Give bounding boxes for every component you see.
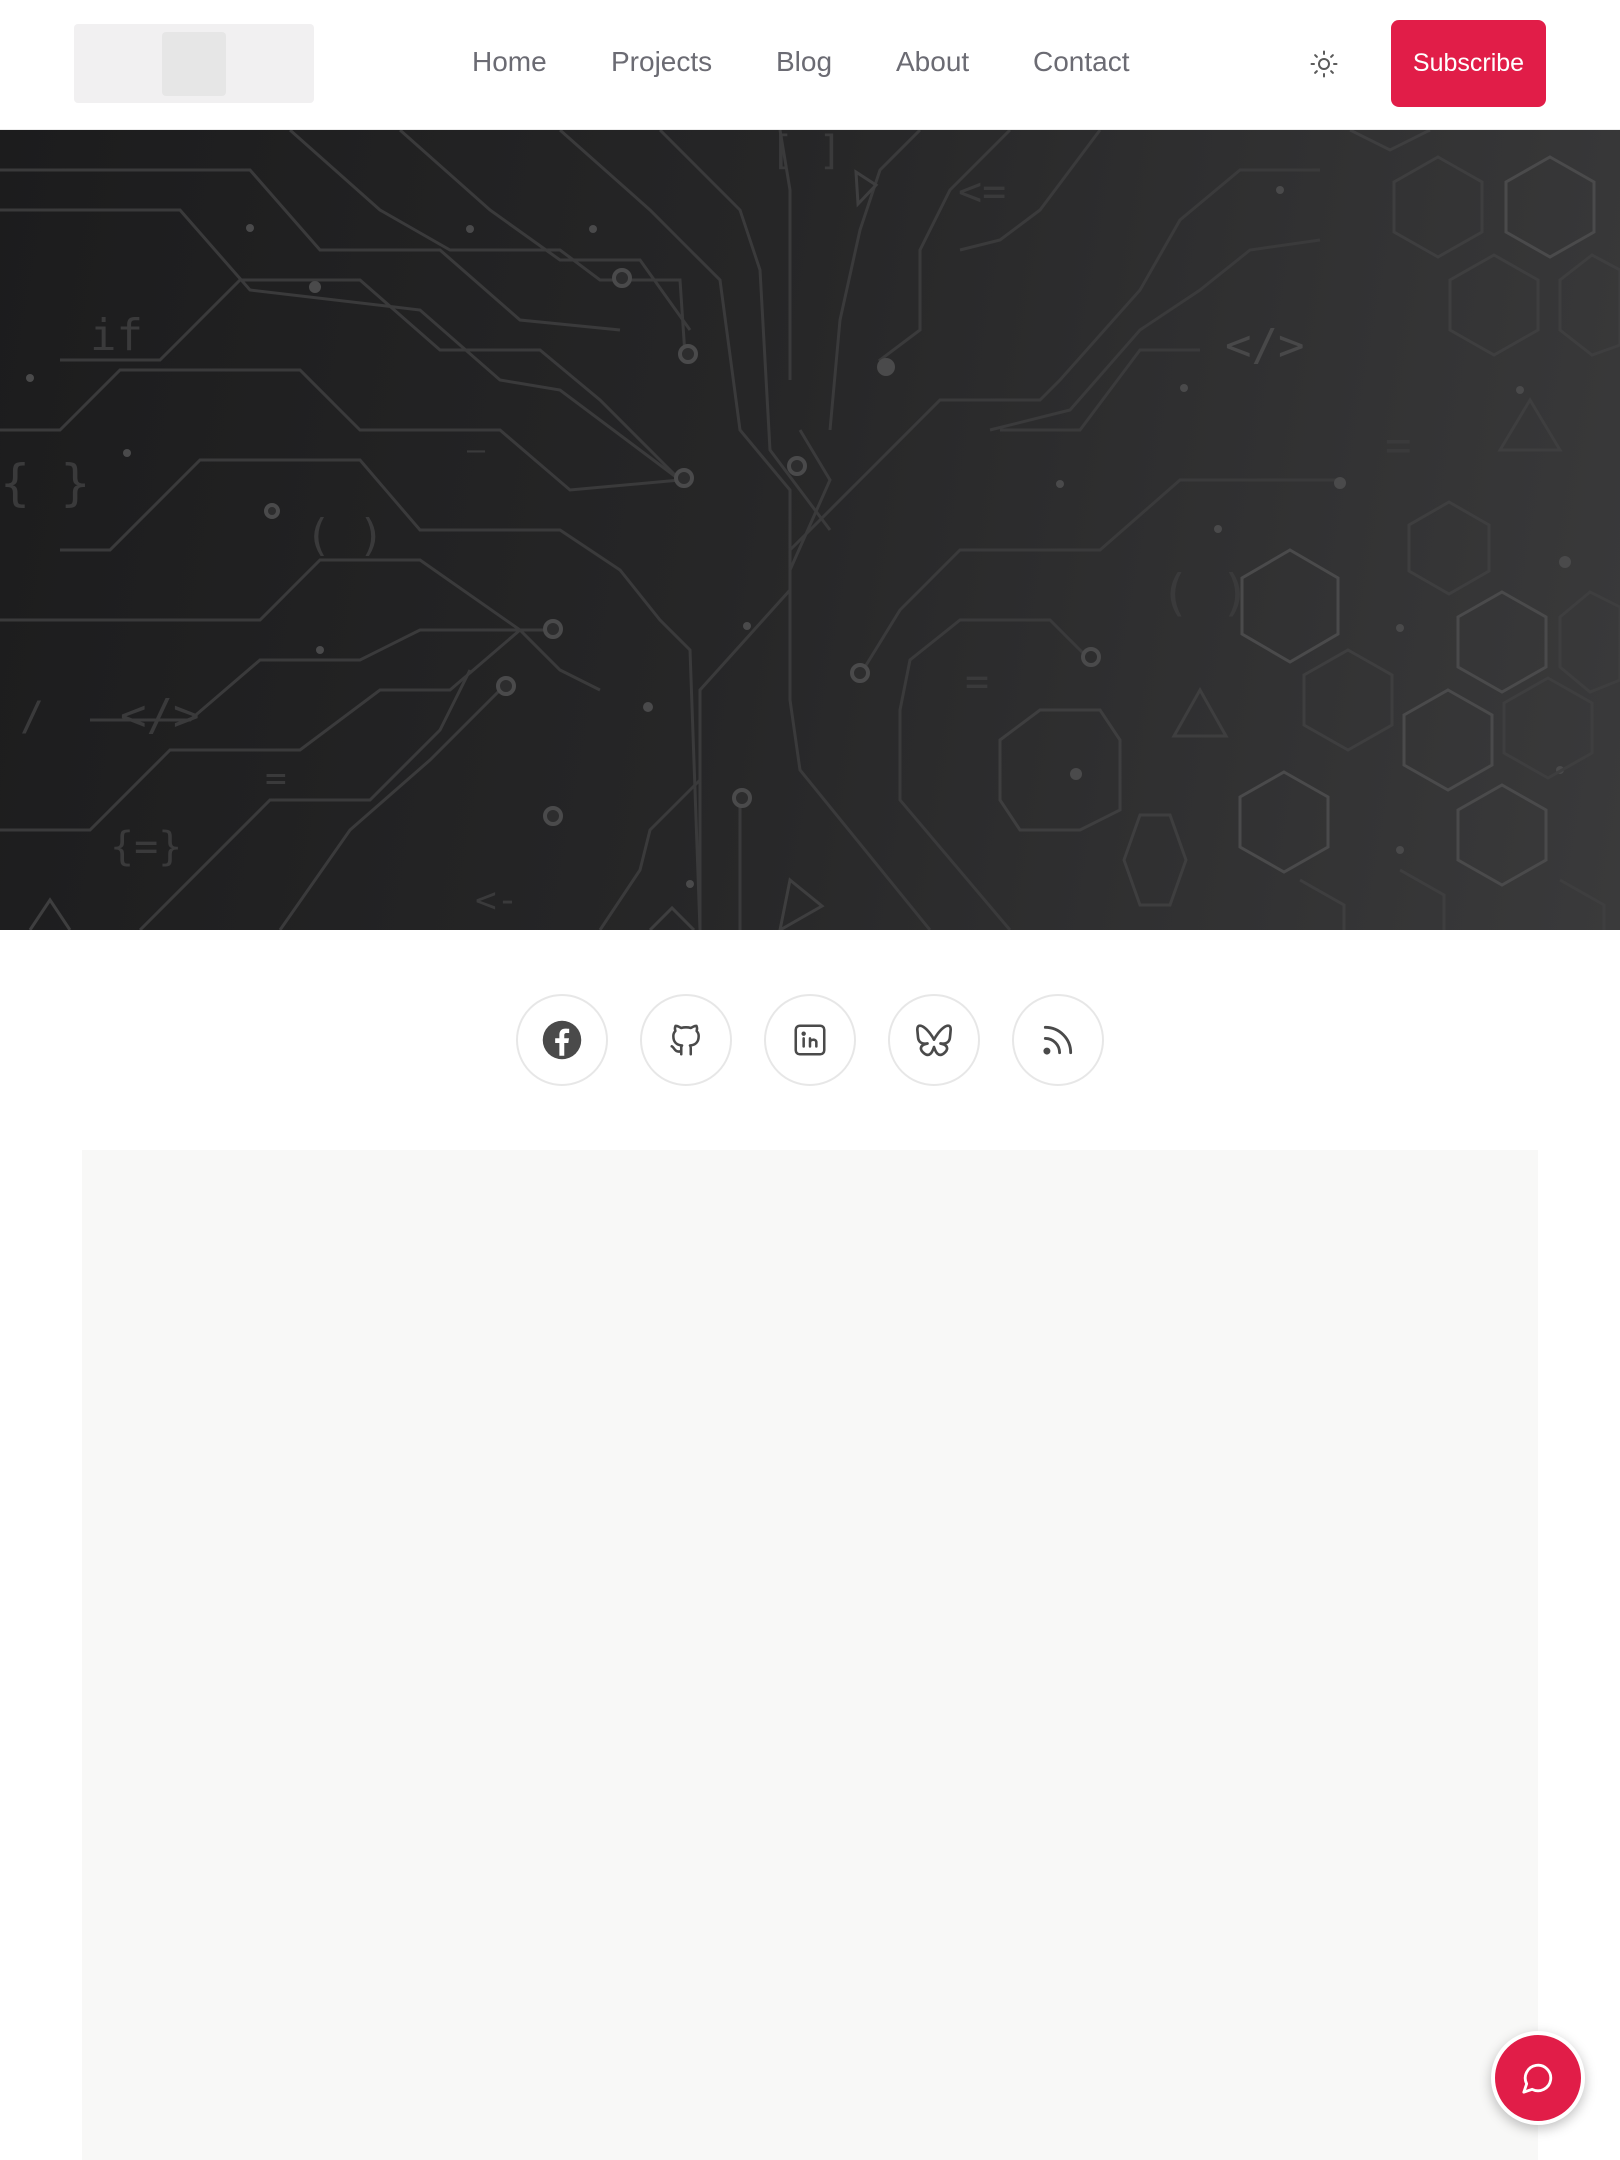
linkedin-link[interactable] xyxy=(764,994,856,1086)
svg-text:/: / xyxy=(20,694,44,740)
svg-text:—: — xyxy=(467,433,486,468)
bluesky-link[interactable] xyxy=(888,994,980,1086)
svg-text:=: = xyxy=(965,659,989,705)
svg-text:=: = xyxy=(265,758,287,799)
linkedin-icon xyxy=(794,1024,826,1056)
svg-text:[ ]: [ ] xyxy=(770,130,842,174)
sun-icon xyxy=(1310,50,1338,78)
svg-text:</>: </> xyxy=(1225,320,1304,371)
social-links xyxy=(0,994,1620,1086)
site-logo[interactable] xyxy=(74,24,314,103)
svg-text:=: = xyxy=(1385,420,1412,471)
chat-button[interactable] xyxy=(1491,2031,1585,2125)
facebook-icon xyxy=(542,1020,582,1060)
svg-text:</>: </> xyxy=(120,690,199,741)
nav-blog[interactable]: Blog xyxy=(776,46,832,78)
svg-text:( ): ( ) xyxy=(305,510,384,561)
bluesky-icon xyxy=(916,1024,952,1057)
svg-text:if: if xyxy=(90,310,143,361)
content-placeholder xyxy=(82,1150,1538,2160)
github-icon xyxy=(670,1024,700,1056)
svg-text:<=: <= xyxy=(958,169,1006,215)
svg-text:<-: <- xyxy=(475,880,518,921)
site-header: Home Projects Blog About Contact Subscri… xyxy=(0,0,1620,130)
svg-text:( ): ( ) xyxy=(1160,564,1250,622)
hero-banner: if { } ( ) </> </> ( ) [ ] = <= <- = = {… xyxy=(0,130,1620,930)
nav-home[interactable]: Home xyxy=(472,46,547,78)
rss-link[interactable] xyxy=(1012,994,1104,1086)
nav-projects[interactable]: Projects xyxy=(611,46,712,78)
circuit-pattern: if { } ( ) </> </> ( ) [ ] = <= <- = = {… xyxy=(0,130,1620,930)
logo-image-placeholder xyxy=(162,32,226,96)
rss-icon xyxy=(1043,1025,1073,1055)
subscribe-button[interactable]: Subscribe xyxy=(1391,20,1546,107)
svg-text:{ }: { } xyxy=(0,454,90,512)
github-link[interactable] xyxy=(640,994,732,1086)
nav-about[interactable]: About xyxy=(896,46,969,78)
nav-contact[interactable]: Contact xyxy=(1033,46,1130,78)
theme-toggle-button[interactable] xyxy=(1306,46,1342,82)
chat-icon xyxy=(1522,2063,1553,2094)
facebook-link[interactable] xyxy=(516,994,608,1086)
svg-text:{=}: {=} xyxy=(110,824,182,870)
